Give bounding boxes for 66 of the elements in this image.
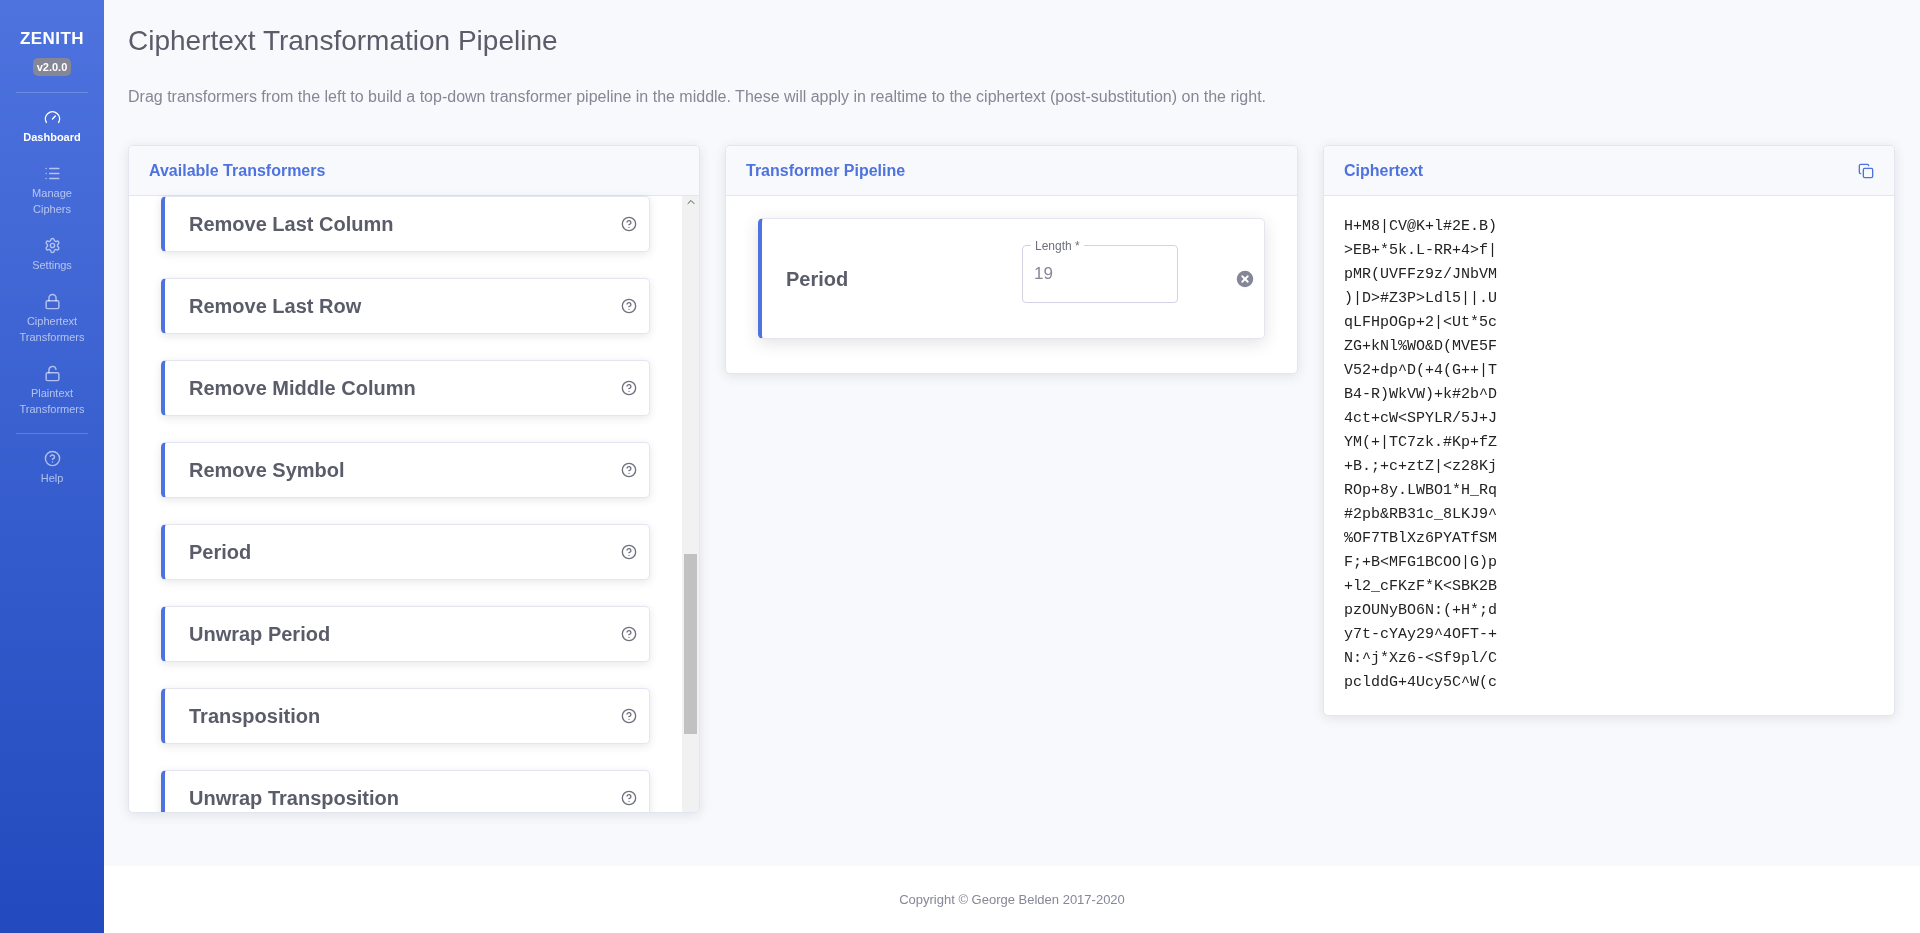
- transformer-card[interactable]: Remove Middle Column: [161, 360, 650, 416]
- panel-title: Transformer Pipeline: [746, 160, 906, 181]
- ciphertext-line: pclddG+4Ucy5C^W(c: [1344, 673, 1499, 693]
- brand-name[interactable]: ZENITH: [20, 26, 84, 52]
- help-icon[interactable]: [621, 544, 637, 560]
- help-icon[interactable]: [621, 790, 637, 806]
- ciphertext-line: pMR(UVFFz9z/JNbVM: [1344, 265, 1499, 285]
- ciphertext-line: qLFHpOGp+2|<Ut*5c: [1344, 313, 1499, 333]
- ciphertext-line: ZG+kNl%WO&D(MVE5F: [1344, 337, 1499, 357]
- transformer-name: Period: [189, 540, 252, 565]
- help-icon: [43, 450, 61, 467]
- page-title: Ciphertext Transformation Pipeline: [128, 24, 559, 58]
- help-icon[interactable]: [621, 626, 637, 642]
- ciphertext-line: #2pb&RB31c_8LKJ9^: [1344, 505, 1499, 525]
- copy-icon[interactable]: [1858, 162, 1874, 179]
- lock-icon: [43, 293, 61, 310]
- pipeline-card[interactable]: Period Length * 19: [758, 218, 1265, 339]
- help-icon[interactable]: [621, 216, 637, 232]
- version-badge: v2.0.0: [32, 57, 72, 76]
- ciphertext-line: V52+dp^D(+4(G++|T: [1344, 361, 1499, 381]
- transformer-card[interactable]: Transposition: [161, 688, 650, 744]
- ciphertext-line: pzOUNyBO6N:(+H*;d: [1344, 601, 1499, 621]
- help-icon[interactable]: [621, 462, 637, 478]
- unlocked-lock-icon: [43, 365, 61, 382]
- scrollbar[interactable]: [682, 196, 699, 812]
- ciphertext-line: %OF7TBlXz6PYATfSM: [1344, 529, 1499, 549]
- transformer-card[interactable]: Remove Last Column: [161, 196, 650, 252]
- ciphertext-line: YM(+|TC7zk.#Kp+fZ: [1344, 433, 1499, 453]
- ciphertext-line: +l2_cFKzF*K<SBK2B: [1344, 577, 1499, 597]
- transformer-card[interactable]: Period: [161, 524, 650, 580]
- ciphertext-line: F;+B<MFG1BCOO|G)p: [1344, 553, 1499, 573]
- transformer-name: Period: [786, 266, 850, 292]
- copyright-text: Copyright © George Belden 2017-2020: [899, 890, 1125, 909]
- page-description: Drag transformers from the left to build a top-down transformer pipeline in the middle. These will apply in realtime to the ciphertext (post-substitution) on the right.: [128, 87, 1268, 107]
- transformer-name: Unwrap Transposition: [189, 786, 400, 811]
- help-icon[interactable]: [621, 298, 637, 314]
- gauge-icon: [43, 109, 61, 126]
- panel-title: Available Transformers: [149, 160, 326, 181]
- transformer-card[interactable]: Remove Symbol: [161, 442, 650, 498]
- transformer-card[interactable]: Remove Last Row: [161, 278, 650, 334]
- ciphertext-line: ROp+8y.LWBO1*H_Rq: [1344, 481, 1499, 501]
- scrollbar-thumb[interactable]: [684, 554, 697, 734]
- help-icon[interactable]: [621, 380, 637, 396]
- ciphertext-line: +B.;+c+ztZ|<z28Kj: [1344, 457, 1499, 477]
- close-icon[interactable]: [1234, 267, 1256, 290]
- ciphertext-line: >EB+*5k.L-RR+4>f|: [1344, 241, 1499, 261]
- list-icon: [43, 165, 61, 182]
- transformer-card[interactable]: Unwrap Transposition: [161, 770, 650, 812]
- transformer-card[interactable]: Unwrap Period: [161, 606, 650, 662]
- transformer-name: Unwrap Period: [189, 622, 331, 647]
- gear-icon: [43, 237, 61, 254]
- transformer-name: Transposition: [189, 704, 321, 729]
- field-value: 19: [1034, 262, 1053, 285]
- transformer-name: Remove Middle Column: [189, 376, 416, 401]
- ciphertext-line: N:^j*Xz6-<Sf9pl/C: [1344, 649, 1499, 669]
- ciphertext-line: H+M8|CV@K+l#2E.B): [1344, 217, 1499, 237]
- ciphertext-line: )|D>#Z3P>Ldl5||.U: [1344, 289, 1499, 309]
- ciphertext-line: B4-R)WkVW)+k#2b^D: [1344, 385, 1499, 405]
- transformer-name: Remove Last Column: [189, 212, 394, 237]
- ciphertext-line: y7t-cYAy29^4OFT-+: [1344, 625, 1499, 645]
- transformer-name: Remove Symbol: [189, 458, 345, 483]
- help-icon[interactable]: [621, 708, 637, 724]
- sidebar-link[interactable]: Dashboard: [0, 99, 104, 155]
- ciphertext-line: 4ct+cW<SPYLR/5J+J: [1344, 409, 1499, 429]
- transformer-name: Remove Last Row: [189, 294, 362, 319]
- panel-title: Ciphertext: [1344, 160, 1424, 181]
